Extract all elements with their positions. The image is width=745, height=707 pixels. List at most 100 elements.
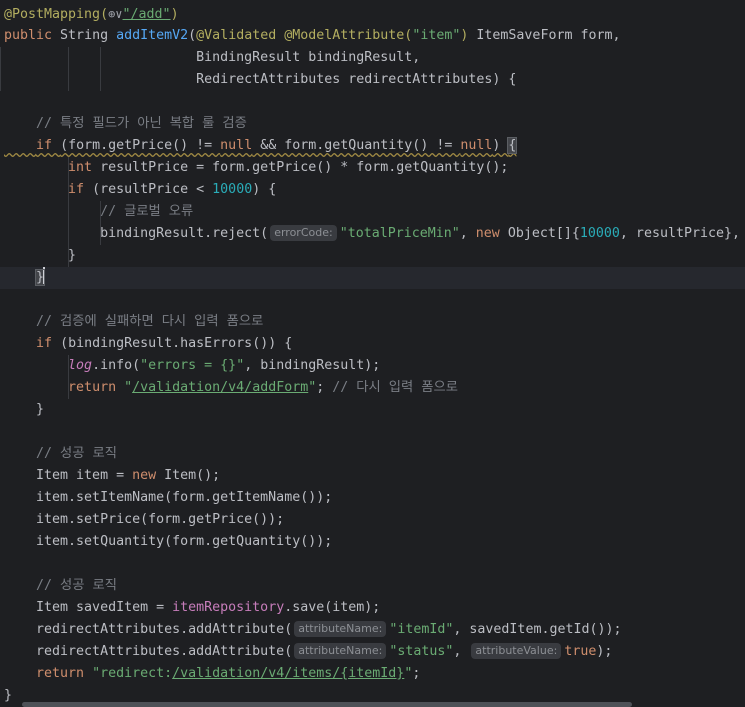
parameter-hint: attributeValue: bbox=[471, 643, 562, 659]
code-token: , bindingResult); bbox=[244, 358, 381, 373]
code-token: if bbox=[36, 336, 61, 351]
code-line[interactable]: } bbox=[0, 267, 745, 289]
code-text: item.setQuantity(form.getQuantity()); bbox=[4, 531, 332, 553]
code-token: Item savedItem = bbox=[4, 600, 173, 615]
code-line[interactable] bbox=[0, 553, 745, 575]
code-editor[interactable]: @PostMapping(⊕∨"/add") public String addI… bbox=[0, 0, 745, 707]
code-line[interactable]: Item item = new Item(); bbox=[0, 465, 745, 487]
code-line[interactable]: log.info("errors = {}", bindingResult); bbox=[0, 355, 745, 377]
code-text: BindingResult bindingResult, bbox=[4, 47, 420, 69]
code-token: BindingResult bindingResult, bbox=[4, 50, 421, 65]
code-token: , bbox=[459, 226, 476, 241]
code-token: RedirectAttributes redirectAttributes) { bbox=[4, 72, 517, 87]
code-token: } bbox=[4, 402, 45, 417]
globe-icon[interactable]: ⊕∨ bbox=[108, 3, 122, 25]
code-token: , savedItem.getId()); bbox=[453, 622, 622, 637]
code-line[interactable]: bindingResult.reject(errorCode: "totalPri… bbox=[0, 223, 745, 245]
code-token: // 다시 입력 폼으로 bbox=[332, 380, 458, 395]
code-token: redirectAttributes.addAttribute( bbox=[4, 644, 293, 659]
code-token: (form.getPrice() != bbox=[60, 138, 221, 153]
code-token: ( bbox=[188, 28, 197, 43]
code-line[interactable]: } bbox=[0, 399, 745, 421]
code-line[interactable]: // 성공 로직 bbox=[0, 575, 745, 597]
code-token: Item(); bbox=[164, 468, 221, 483]
code-text: } bbox=[4, 245, 76, 267]
code-text: } bbox=[4, 685, 12, 707]
code-token: item.setQuantity(form.getQuantity()); bbox=[4, 534, 333, 549]
code-token: "redirect: bbox=[92, 666, 173, 681]
code-line[interactable]: if (resultPrice < 10000) { bbox=[0, 179, 745, 201]
code-text: item.setItemName(form.getItemName()); bbox=[4, 487, 332, 509]
code-line[interactable]: RedirectAttributes redirectAttributes) { bbox=[0, 69, 745, 91]
code-line[interactable]: return "redirect:/validation/v4/items/{i… bbox=[0, 663, 745, 685]
code-token: " bbox=[124, 380, 133, 395]
code-token: ) bbox=[492, 138, 509, 153]
code-line[interactable]: redirectAttributes.addAttribute(attribut… bbox=[0, 619, 745, 641]
code-line[interactable]: return "/validation/v4/addForm"; // 다시 입… bbox=[0, 377, 745, 399]
code-line[interactable]: // 검증에 실패하면 다시 입력 폼으로 bbox=[0, 311, 745, 333]
code-line[interactable]: // 특정 필드가 아닌 복합 룰 검증 bbox=[0, 113, 745, 135]
code-token: item.setPrice(form.getPrice()); bbox=[4, 512, 285, 527]
code-token: true bbox=[564, 644, 597, 659]
code-line[interactable]: redirectAttributes.addAttribute( attribut… bbox=[0, 641, 745, 663]
indent-guide bbox=[0, 47, 1, 69]
code-token: "/add" bbox=[122, 7, 171, 22]
code-line[interactable]: // 성공 로직 bbox=[0, 443, 745, 465]
code-line[interactable]: BindingResult bindingResult, bbox=[0, 47, 745, 69]
code-token: return bbox=[68, 380, 125, 395]
code-line[interactable] bbox=[0, 421, 745, 443]
code-line[interactable]: int resultPrice = form.getPrice() * form… bbox=[0, 157, 745, 179]
code-line[interactable] bbox=[0, 91, 745, 113]
code-text: Item item = new Item(); bbox=[4, 465, 220, 487]
code-text: // 성공 로직 bbox=[4, 443, 117, 465]
code-token: "status" bbox=[389, 644, 454, 659]
code-text: // 성공 로직 bbox=[4, 575, 117, 597]
code-text: Item savedItem = itemRepository.save(ite… bbox=[4, 597, 380, 619]
code-token: int bbox=[68, 160, 101, 175]
code-token: ; bbox=[316, 380, 333, 395]
code-token: } bbox=[4, 688, 13, 703]
code-text: redirectAttributes.addAttribute( attribut… bbox=[4, 641, 612, 663]
code-line[interactable]: } bbox=[0, 245, 745, 267]
code-line[interactable]: item.setQuantity(form.getQuantity()); bbox=[0, 531, 745, 553]
code-token: "errors = {}" bbox=[140, 358, 245, 373]
code-line[interactable]: @PostMapping(⊕∨"/add") bbox=[0, 3, 745, 25]
code-text: redirectAttributes.addAttribute(attribut… bbox=[4, 619, 622, 641]
code-line[interactable] bbox=[0, 289, 745, 311]
code-line[interactable]: } bbox=[0, 685, 745, 707]
code-token: ) bbox=[170, 7, 179, 22]
code-token: @PostMapping( bbox=[4, 7, 109, 22]
code-text: return "/validation/v4/addForm"; // 다시 입… bbox=[4, 377, 458, 399]
code-line[interactable]: if (bindingResult.hasErrors()) { bbox=[0, 333, 745, 355]
code-line[interactable]: public String addItemV2(@Validated @Mode… bbox=[0, 25, 745, 47]
code-token: // 글로벌 오류 bbox=[100, 204, 194, 219]
code-line[interactable]: // 글로벌 오류 bbox=[0, 201, 745, 223]
code-text: int resultPrice = form.getPrice() * form… bbox=[4, 157, 508, 179]
code-line[interactable]: Item savedItem = itemRepository.save(ite… bbox=[0, 597, 745, 619]
code-text: RedirectAttributes redirectAttributes) { bbox=[4, 69, 516, 91]
code-line[interactable]: item.setPrice(form.getPrice()); bbox=[0, 509, 745, 531]
code-token: @Validated @ModelAttribute( bbox=[196, 28, 413, 43]
code-token: "itemId" bbox=[389, 622, 454, 637]
code-text: item.setPrice(form.getPrice()); bbox=[4, 509, 284, 531]
code-token: new bbox=[132, 468, 165, 483]
code-text: // 글로벌 오류 bbox=[4, 201, 193, 223]
code-token: } bbox=[4, 248, 77, 263]
code-line[interactable]: item.setItemName(form.getItemName()); bbox=[0, 487, 745, 509]
code-text: log.info("errors = {}", bindingResult); bbox=[4, 355, 380, 377]
code-token: ) { bbox=[252, 182, 277, 197]
code-token: log bbox=[68, 358, 93, 373]
code-line[interactable]: if (form.getPrice() != null && form.getQ… bbox=[0, 135, 745, 157]
code-token: itemRepository bbox=[172, 600, 285, 615]
code-text: return "redirect:/validation/v4/items/{i… bbox=[4, 663, 420, 685]
code-text: // 특정 필드가 아닌 복합 룰 검증 bbox=[4, 113, 247, 135]
code-token: String bbox=[60, 28, 117, 43]
